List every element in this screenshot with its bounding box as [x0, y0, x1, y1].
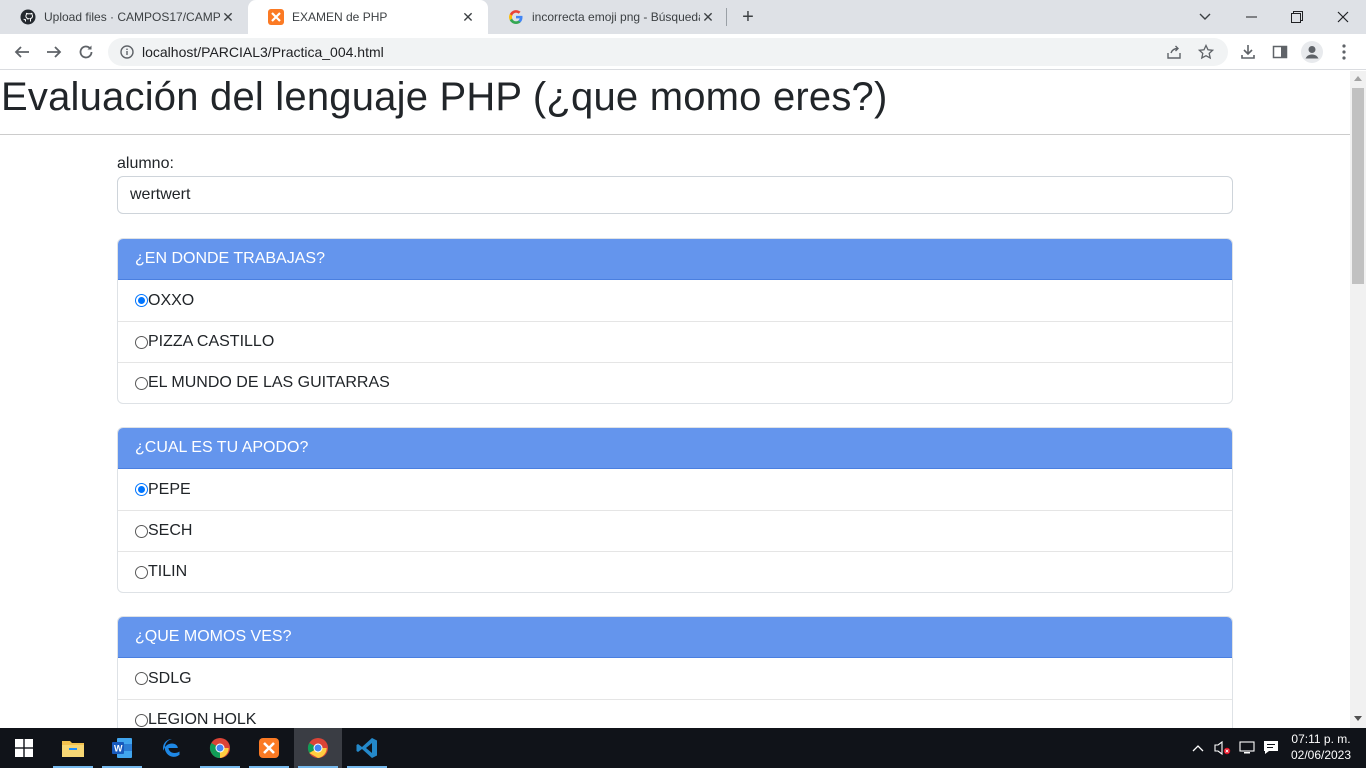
vscode-icon[interactable] — [343, 728, 391, 768]
scroll-up-arrow-icon[interactable] — [1354, 76, 1362, 81]
radio-button[interactable] — [135, 483, 148, 496]
address-url: localhost/PARCIAL3/Practica_004.html — [142, 44, 384, 60]
option-label: SDLG — [148, 669, 192, 687]
option-label: EL MUNDO DE LAS GUITARRAS — [148, 374, 390, 391]
answer-option[interactable]: EL MUNDO DE LAS GUITARRAS — [118, 362, 1232, 403]
answer-option[interactable]: LEGION HOLK — [118, 699, 1232, 728]
radio-button[interactable] — [135, 376, 148, 390]
tab-title: EXAMEN de PHP — [292, 10, 388, 24]
edge-icon[interactable] — [148, 728, 196, 768]
option-label: PEPE — [148, 480, 191, 498]
radio-button[interactable] — [135, 335, 148, 349]
page-viewport: Evaluación del lenguaje PHP (¿que momo e… — [0, 71, 1350, 728]
browser-tab-strip: Upload files · CAMPOS17/CAMPOS ✕ EXAMEN … — [0, 0, 1366, 34]
browser-toolbar: localhost/PARCIAL3/Practica_004.html — [0, 34, 1366, 70]
answer-option[interactable]: SDLG — [118, 658, 1232, 699]
answer-option[interactable]: PEPE — [118, 469, 1232, 510]
github-icon — [20, 9, 36, 25]
forward-arrow-icon[interactable] — [40, 38, 68, 66]
answer-option[interactable]: OXXO — [118, 280, 1232, 321]
answer-option[interactable]: SECH — [118, 510, 1232, 551]
file-explorer-icon[interactable] — [49, 728, 97, 768]
option-label: PIZZA CASTILLO — [148, 333, 275, 350]
chrome-active-icon[interactable] — [294, 728, 342, 768]
tab-title: incorrecta emoji png - Búsqueda — [532, 10, 700, 24]
page-scrollbar[interactable] — [1350, 71, 1366, 728]
radio-button[interactable] — [135, 294, 148, 307]
question-card-1: ¿EN DONDE TRABAJAS? OXXO PIZZA CASTILLO … — [117, 238, 1233, 404]
chrome-icon[interactable] — [196, 728, 244, 768]
radio-button[interactable] — [135, 524, 148, 538]
system-clock[interactable]: 07:11 p. m. 02/06/2023 — [1282, 731, 1360, 763]
question-header: ¿CUAL ES TU APODO? — [118, 428, 1232, 469]
answer-option[interactable]: PIZZA CASTILLO — [118, 321, 1232, 362]
address-bar[interactable]: localhost/PARCIAL3/Practica_004.html — [108, 38, 1228, 66]
radio-button[interactable] — [135, 672, 148, 685]
option-label: SECH — [148, 522, 193, 539]
close-tab-icon[interactable]: ✕ — [700, 9, 716, 25]
star-icon[interactable] — [1198, 44, 1214, 60]
side-panel-icon[interactable] — [1266, 38, 1294, 66]
notifications-icon[interactable] — [1260, 728, 1282, 768]
tab-google-search[interactable]: incorrecta emoji png - Búsqueda ✕ — [488, 0, 728, 34]
option-label: OXXO — [148, 291, 195, 309]
close-tab-icon[interactable]: ✕ — [220, 9, 236, 25]
question-header: ¿QUE MOMOS VES? — [118, 617, 1232, 658]
windows-start-icon[interactable] — [0, 728, 48, 768]
option-label: TILIN — [148, 563, 188, 580]
student-name-input[interactable] — [117, 176, 1233, 214]
answer-option[interactable]: TILIN — [118, 551, 1232, 592]
clock-date: 02/06/2023 — [1290, 748, 1352, 762]
question-card-3: ¿QUE MOMOS VES? SDLG LEGION HOLK — [117, 616, 1233, 728]
download-icon[interactable] — [1234, 38, 1262, 66]
back-arrow-icon[interactable] — [8, 38, 36, 66]
volume-muted-icon[interactable] — [1210, 728, 1234, 768]
word-icon[interactable]: W — [98, 728, 146, 768]
scrollbar-thumb[interactable] — [1352, 88, 1364, 284]
profile-avatar-icon[interactable] — [1298, 38, 1326, 66]
tab-title: Upload files · CAMPOS17/CAMPOS — [44, 10, 220, 24]
scroll-down-arrow-icon[interactable] — [1354, 716, 1362, 721]
svg-text:W: W — [114, 744, 123, 754]
share-icon[interactable] — [1166, 44, 1182, 60]
radio-button[interactable] — [135, 713, 148, 727]
windows-taskbar: W 07:11 p. m. 02/06/2023 — [0, 728, 1366, 768]
clock-time: 07:11 p. m. — [1291, 732, 1351, 746]
radio-button[interactable] — [135, 565, 148, 579]
restore-button[interactable] — [1274, 0, 1320, 34]
exam-form: alumno: ¿EN DONDE TRABAJAS? OXXO PIZZA C… — [117, 155, 1233, 728]
google-icon — [508, 9, 524, 25]
xampp-icon — [268, 9, 284, 25]
option-label: LEGION HOLK — [148, 711, 257, 728]
tab-separator — [726, 8, 727, 26]
tab-examen-php[interactable]: EXAMEN de PHP ✕ — [248, 0, 488, 34]
xampp-control-icon[interactable] — [245, 728, 293, 768]
close-tab-icon[interactable]: ✕ — [460, 9, 476, 25]
kebab-menu-icon[interactable] — [1330, 38, 1358, 66]
new-tab-button[interactable]: + — [736, 5, 760, 29]
info-icon[interactable] — [120, 45, 134, 59]
minimize-button[interactable] — [1228, 0, 1274, 34]
tab-upload-files[interactable]: Upload files · CAMPOS17/CAMPOS ✕ — [0, 0, 248, 34]
show-hidden-icons-icon[interactable] — [1188, 728, 1208, 768]
page-title: Evaluación del lenguaje PHP (¿que momo e… — [0, 71, 1350, 135]
network-icon[interactable] — [1236, 728, 1258, 768]
tab-search-chevron-icon[interactable] — [1182, 0, 1228, 34]
reload-icon[interactable] — [72, 38, 100, 66]
student-label: alumno: — [117, 155, 174, 172]
question-card-2: ¿CUAL ES TU APODO? PEPE SECH TILIN — [117, 427, 1233, 593]
close-window-button[interactable] — [1320, 0, 1366, 34]
question-header: ¿EN DONDE TRABAJAS? — [118, 239, 1232, 280]
